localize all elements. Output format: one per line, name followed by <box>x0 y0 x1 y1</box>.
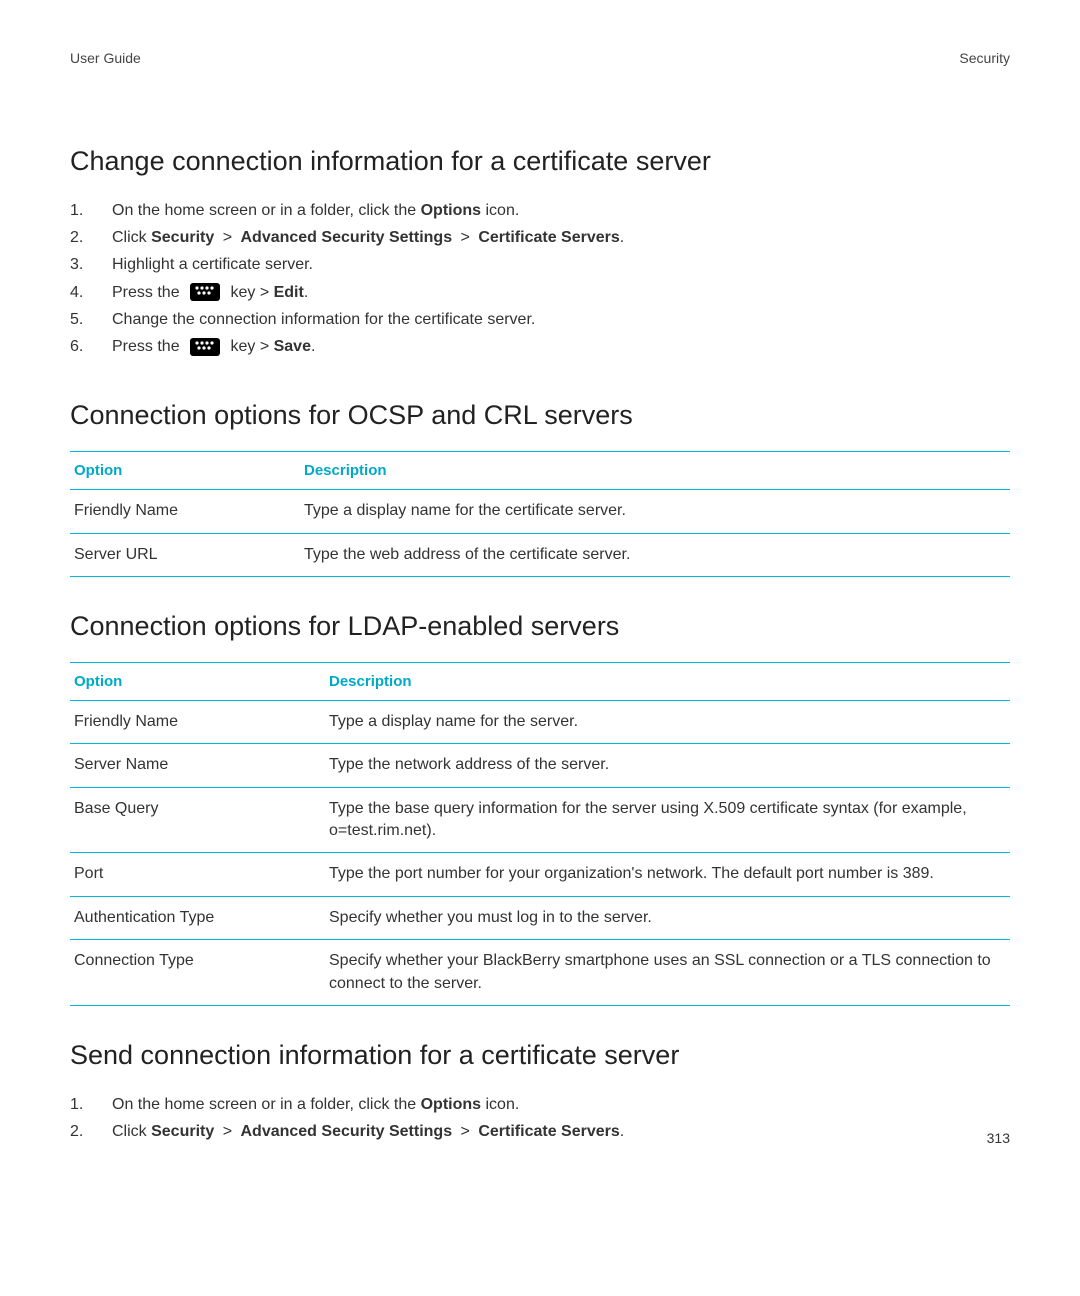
step-text: On the home screen or in a folder, click… <box>112 202 421 219</box>
step-item: Press the key > Edit. <box>70 279 1010 306</box>
table-row: Server URL Type the web address of the c… <box>70 533 1010 576</box>
step-text: Highlight a certificate server. <box>112 256 313 273</box>
table-ocsp-crl-options: Option Description Friendly Name Type a … <box>70 451 1010 577</box>
step-item: Press the key > Save. <box>70 333 1010 360</box>
step-text: Click <box>112 1123 151 1140</box>
section-title-ocsp-crl: Connection options for OCSP and CRL serv… <box>70 400 1010 431</box>
step-item: Change the connection information for th… <box>70 306 1010 333</box>
table-row: Base Query Type the base query informati… <box>70 787 1010 853</box>
description-cell: Specify whether you must log in to the s… <box>325 896 1010 939</box>
step-text: Change the connection information for th… <box>112 311 535 328</box>
bold-certificate-servers: Certificate Servers <box>478 229 619 246</box>
menu-key-icon <box>190 338 220 356</box>
bold-edit: Edit <box>274 284 304 301</box>
option-cell: Authentication Type <box>70 896 325 939</box>
option-cell: Friendly Name <box>70 490 300 533</box>
bold-save: Save <box>274 338 311 355</box>
table-header-description: Description <box>300 452 1010 490</box>
bold-options: Options <box>421 1096 481 1113</box>
section-title-change-connection: Change connection information for a cert… <box>70 146 1010 177</box>
table-header-description: Description <box>325 662 1010 700</box>
step-item: On the home screen or in a folder, click… <box>70 1091 1010 1118</box>
header-right: Security <box>959 50 1010 66</box>
option-cell: Base Query <box>70 787 325 853</box>
steps-send-connection: On the home screen or in a folder, click… <box>70 1091 1010 1145</box>
running-header: User Guide Security <box>70 50 1010 66</box>
description-cell: Type the network address of the server. <box>325 744 1010 787</box>
description-cell: Type the base query information for the … <box>325 787 1010 853</box>
option-cell: Server Name <box>70 744 325 787</box>
step-item: Highlight a certificate server. <box>70 251 1010 278</box>
page-number: 313 <box>987 1130 1010 1146</box>
step-text: key > <box>226 284 274 301</box>
steps-change-connection: On the home screen or in a folder, click… <box>70 197 1010 360</box>
bold-options: Options <box>421 202 481 219</box>
step-text: icon. <box>481 1096 519 1113</box>
step-text: icon. <box>481 202 519 219</box>
step-text: On the home screen or in a folder, click… <box>112 1096 421 1113</box>
step-text: . <box>620 1123 624 1140</box>
table-header-option: Option <box>70 662 325 700</box>
section-title-ldap: Connection options for LDAP-enabled serv… <box>70 611 1010 642</box>
bold-advanced-security: Advanced Security Settings <box>240 1123 452 1140</box>
step-item: On the home screen or in a folder, click… <box>70 197 1010 224</box>
breadcrumb-separator: > <box>214 229 240 246</box>
description-cell: Type a display name for the certificate … <box>300 490 1010 533</box>
step-text: . <box>311 338 315 355</box>
step-text: key > <box>226 338 274 355</box>
table-row: Server Name Type the network address of … <box>70 744 1010 787</box>
step-text: Click <box>112 229 151 246</box>
step-text: . <box>304 284 308 301</box>
step-item: Click Security > Advanced Security Setti… <box>70 224 1010 251</box>
step-text: . <box>620 229 624 246</box>
breadcrumb-separator: > <box>452 1123 478 1140</box>
breadcrumb-separator: > <box>452 229 478 246</box>
breadcrumb-separator: > <box>214 1123 240 1140</box>
table-row: Friendly Name Type a display name for th… <box>70 490 1010 533</box>
header-left: User Guide <box>70 50 141 66</box>
description-cell: Type the web address of the certificate … <box>300 533 1010 576</box>
table-header-option: Option <box>70 452 300 490</box>
bold-security: Security <box>151 229 214 246</box>
description-cell: Specify whether your BlackBerry smartpho… <box>325 940 1010 1006</box>
bold-certificate-servers: Certificate Servers <box>478 1123 619 1140</box>
step-item: Click Security > Advanced Security Setti… <box>70 1118 1010 1145</box>
bold-security: Security <box>151 1123 214 1140</box>
option-cell: Port <box>70 853 325 896</box>
table-row: Connection Type Specify whether your Bla… <box>70 940 1010 1006</box>
table-ldap-options: Option Description Friendly Name Type a … <box>70 662 1010 1006</box>
bold-advanced-security: Advanced Security Settings <box>240 229 452 246</box>
option-cell: Server URL <box>70 533 300 576</box>
table-row: Authentication Type Specify whether you … <box>70 896 1010 939</box>
document-page: User Guide Security Change connection in… <box>0 0 1080 1296</box>
option-cell: Friendly Name <box>70 700 325 743</box>
description-cell: Type a display name for the server. <box>325 700 1010 743</box>
description-cell: Type the port number for your organizati… <box>325 853 1010 896</box>
step-text: Press the <box>112 338 184 355</box>
menu-key-icon <box>190 283 220 301</box>
section-title-send-connection: Send connection information for a certif… <box>70 1040 1010 1071</box>
option-cell: Connection Type <box>70 940 325 1006</box>
table-row: Friendly Name Type a display name for th… <box>70 700 1010 743</box>
table-row: Port Type the port number for your organ… <box>70 853 1010 896</box>
step-text: Press the <box>112 284 184 301</box>
